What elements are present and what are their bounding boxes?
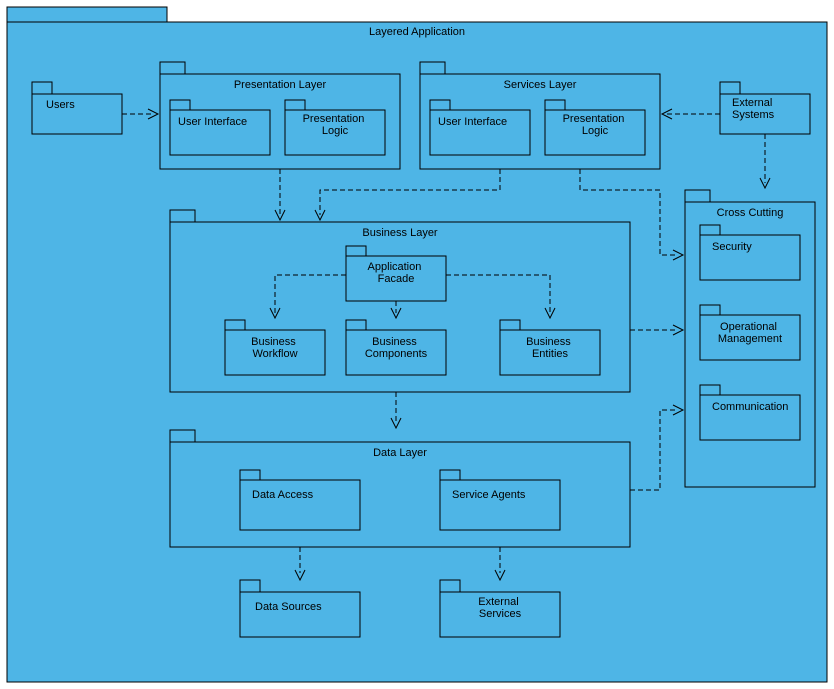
- service-agents-label: Service Agents: [452, 489, 526, 501]
- uml-package-diagram: Layered Application Users Presentation L…: [0, 0, 834, 689]
- business-layer-title: Business Layer: [362, 227, 438, 239]
- external-systems-label: External Systems: [732, 97, 775, 121]
- presentation-ui-label: User Interface: [178, 116, 247, 128]
- presentation-layer-title: Presentation Layer: [234, 79, 327, 91]
- op-mgmt-label: Operational Management: [718, 321, 782, 345]
- cross-cutting-title: Cross Cutting: [717, 207, 784, 219]
- services-ui-label: User Interface: [438, 116, 507, 128]
- security-label: Security: [712, 241, 752, 253]
- business-entities-label: Business Entities: [526, 336, 574, 360]
- users-label: Users: [46, 99, 75, 111]
- data-layer-title: Data Layer: [373, 447, 427, 459]
- business-components-label: Business Components: [365, 336, 428, 360]
- communication-label: Communication: [712, 401, 788, 413]
- services-layer-title: Services Layer: [504, 79, 577, 91]
- external-services-label: External Services: [478, 596, 521, 620]
- data-sources-label: Data Sources: [255, 601, 322, 613]
- data-access-label: Data Access: [252, 489, 314, 501]
- business-workflow-label: Business Workflow: [251, 336, 299, 360]
- layered-application-title: Layered Application: [369, 26, 465, 38]
